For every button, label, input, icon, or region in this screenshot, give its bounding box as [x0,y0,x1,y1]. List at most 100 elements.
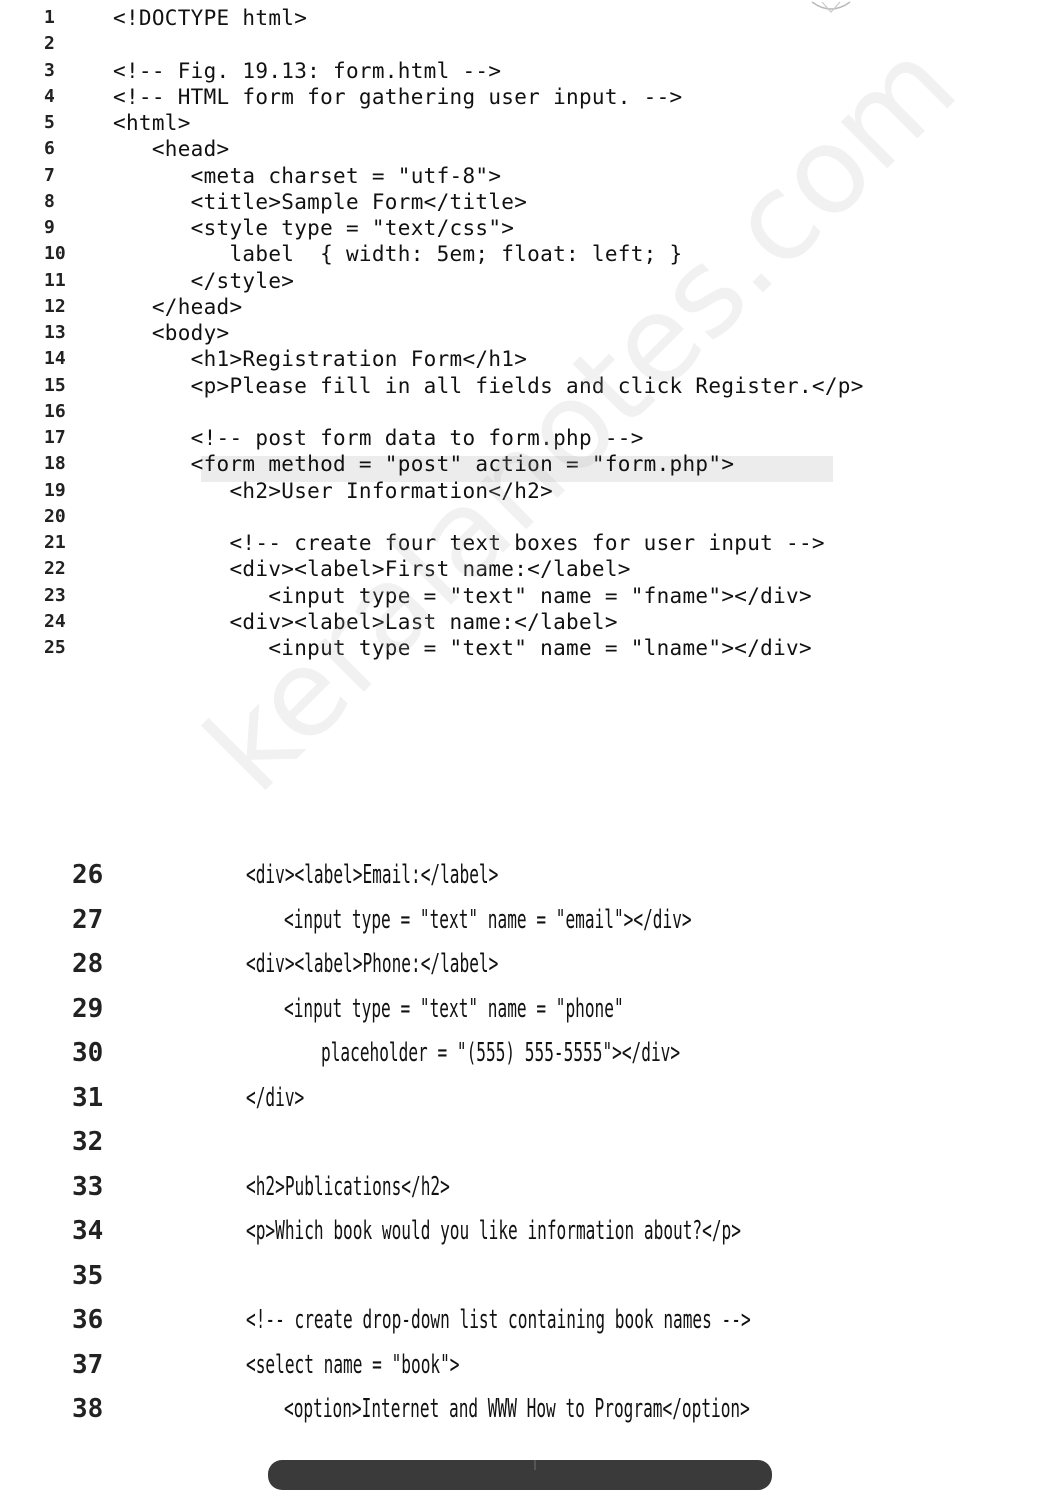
code-line: 21 <!-- create four text boxes for user … [0,530,1051,556]
code-text: </head> [113,294,243,319]
code-line: 22 <div><label>First name:</label> [0,556,1051,582]
code-line: 26 <div><label>Email:</label> [0,853,1051,897]
code-line: 4 <!-- HTML form for gathering user input… [0,84,1051,110]
toolbar-divider [534,1460,536,1470]
code-line: 20 [0,504,1051,530]
line-number: 9 [44,217,55,238]
code-line: 31 </div> [0,1076,1051,1120]
code-line: 14 <h1>Registration Form</h1> [0,346,1051,372]
line-number: 3 [44,59,55,81]
code-text: <input type = "text" name = "fname"></di… [113,583,812,608]
code-line: 11 </style> [0,268,1051,294]
line-number: 6 [44,138,55,160]
code-text: <div><label>Last name:</label> [113,609,618,634]
code-line: 35 [0,1254,1051,1298]
line-number: 21 [44,532,66,553]
line-number: 20 [44,505,66,527]
code-line: 28 <div><label>Phone:</label> [0,942,1051,986]
line-number: 12 [44,295,66,317]
line-number: 19 [44,479,66,501]
code-line: 24 <div><label>Last name:</label> [0,609,1051,635]
code-line: 9 <style type = "text/css"> [0,215,1051,241]
line-number: 13 [44,322,66,343]
code-line: 1 <!DOCTYPE html> [0,5,1051,31]
line-number: 4 [44,85,55,107]
code-line: 30 placeholder = "(555) 555-5555"></div> [0,1031,1051,1075]
code-line: 6 <head> [0,136,1051,162]
code-line: 19 <h2>User Information</h2> [0,478,1051,504]
line-number: 17 [44,427,66,448]
code-text: <!DOCTYPE html> [113,6,308,30]
code-text: <!-- Fig. 19.13: form.html --> [113,58,502,83]
code-line: 7 <meta charset = "utf-8"> [0,163,1051,189]
line-number: 27 [72,904,104,935]
code-line: 23 <input type = "text" name = "fname"><… [0,583,1051,609]
code-line: 33 <h2>Publications</h2> [0,1165,1051,1209]
code-line: 12 </head> [0,294,1051,320]
code-text: <p>Please fill in all fields and click R… [113,373,864,398]
code-line: 29 <input type = "text" name = "phone" [0,987,1051,1031]
line-number: 34 [72,1216,104,1246]
logo-mark-icon [811,1,851,13]
code-text: <p>Which book would you like information… [246,1216,741,1246]
line-number: 2 [44,33,55,55]
line-number: 28 [72,949,104,979]
line-number: 32 [72,1127,104,1157]
code-text: </style> [113,268,295,293]
line-number: 33 [72,1171,104,1202]
code-text: <title>Sample Form</title> [113,189,528,214]
line-number: 30 [72,1038,104,1068]
code-text: <select name = "book"> [246,1349,460,1380]
line-number: 1 [44,7,55,28]
code-text: <option>Internet and WWW How to Program<… [283,1394,750,1424]
code-line: 18 <form method = "post" action = "form.… [0,451,1051,477]
code-line: 27 <input type = "text" name = "email"></… [0,898,1051,942]
line-number: 31 [72,1082,104,1113]
line-number: 38 [72,1394,104,1424]
code-line: 5 <html> [0,110,1051,136]
code-line: 8 <title>Sample Form</title> [0,189,1051,215]
line-number: 10 [44,243,66,265]
code-text: <div><label>First name:</label> [113,557,631,582]
line-number: 16 [44,400,66,422]
line-number: 14 [44,348,66,370]
line-number: 24 [44,610,66,632]
line-number: 26 [72,860,104,890]
code-line: 37 <select name = "book"> [0,1343,1051,1387]
line-number: 25 [44,637,66,658]
code-line: 3 <!-- Fig. 19.13: form.html --> [0,58,1051,84]
code-line: 36 <!-- create drop-down list containing … [0,1298,1051,1342]
bottom-toolbar [268,1460,772,1490]
code-text: <input type = "text" name = "email"></di… [283,904,692,935]
code-text: <body> [113,321,230,345]
code-line: 17 <!-- post form data to form.php --> [0,425,1051,451]
line-number: 5 [44,112,55,133]
code-text: <input type = "text" name = "phone" [283,993,624,1024]
code-line: 13 <body> [0,320,1051,346]
line-number: 22 [44,558,66,580]
code-line: 2 [0,31,1051,57]
code-text: <h2>User Information</h2> [113,478,554,503]
line-number: 23 [44,584,66,606]
line-number: 35 [72,1260,104,1291]
line-number: 37 [72,1349,104,1380]
code-text: </div> [246,1082,305,1113]
code-line: 32 [0,1120,1051,1164]
code-text: <style type = "text/css"> [113,216,515,240]
code-text: <head> [113,137,230,162]
code-line: 25 <input type = "text" name = "lname"><… [0,635,1051,661]
code-line: 16 [0,399,1051,425]
code-text: <input type = "text" name = "lname"></di… [113,636,812,660]
line-number: 7 [44,164,55,186]
code-text: <!-- HTML form for gathering user input.… [113,84,683,109]
code-text: label { width: 5em; float: left; } [113,242,683,267]
code-text: <!-- post form data to form.php --> [113,426,644,450]
code-line: 38 <option>Internet and WWW How to Progra… [0,1387,1051,1431]
code-text: <!-- create four text boxes for user inp… [113,531,825,555]
code-text: <form method = "post" action = "form.php… [113,452,735,477]
line-number: 29 [72,993,104,1024]
code-text: <meta charset = "utf-8"> [113,163,502,188]
code-line: 15 <p>Please fill in all fields and clic… [0,373,1051,399]
code-text: <div><label>Phone:</label> [246,949,499,979]
code-text: <div><label>Email:</label> [246,860,499,890]
